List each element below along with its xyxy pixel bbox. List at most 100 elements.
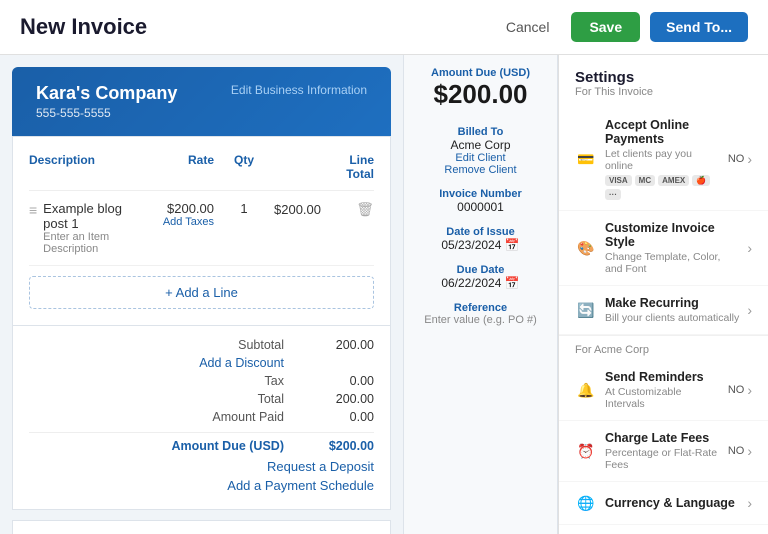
item-rate-val[interactable]: $200.00 bbox=[167, 201, 214, 216]
item-qty[interactable]: 1 bbox=[214, 201, 274, 216]
settings-item-late-fees[interactable]: ⏰ Charge Late Fees Percentage or Flat-Ra… bbox=[559, 421, 768, 482]
chevron-right-icon: › bbox=[747, 443, 752, 459]
settings-item-recurring[interactable]: 🔄 Make Recurring Bill your clients autom… bbox=[559, 286, 768, 335]
chevron-right-icon: › bbox=[747, 495, 752, 511]
total-row: Total 200.00 bbox=[29, 390, 374, 408]
subtotal-row: Subtotal 200.00 bbox=[29, 336, 374, 354]
table-header: Description Rate Qty LineTotal bbox=[29, 153, 374, 191]
company-phone: 555-555-5555 bbox=[36, 106, 177, 120]
amount-due-row: Amount Due (USD) $200.00 bbox=[29, 432, 374, 455]
left-panel: Kara's Company 555-555-5555 Edit Busines… bbox=[0, 55, 403, 534]
late-fees-badge: NO › bbox=[728, 443, 752, 459]
reminders-sub: At Customizable Intervals bbox=[605, 386, 720, 410]
settings-item-reminders[interactable]: 🔔 Send Reminders At Customizable Interva… bbox=[559, 360, 768, 421]
invoice-summary-panel: Amount Due (USD) $200.00 Billed To Acme … bbox=[403, 55, 558, 534]
reference-placeholder[interactable]: Enter value (e.g. PO #) bbox=[414, 314, 547, 326]
other-pay-icon: ··· bbox=[605, 189, 621, 200]
settings-item-customize[interactable]: 🎨 Customize Invoice Style Change Templat… bbox=[559, 211, 768, 286]
recurring-sub: Bill your clients automatically bbox=[605, 312, 739, 324]
subtotal-label: Subtotal bbox=[238, 338, 284, 352]
th-line-total: LineTotal bbox=[274, 153, 374, 182]
invoice-number-val[interactable]: 0000001 bbox=[414, 200, 547, 214]
tax-val: 0.00 bbox=[314, 374, 374, 388]
settings-item-content-payments: Accept Online Payments Let clients pay y… bbox=[605, 118, 720, 200]
item-description: ≡ Example blog post 1 Enter an Item Desc… bbox=[29, 201, 124, 255]
mc-icon: MC bbox=[635, 175, 655, 186]
cancel-button[interactable]: Cancel bbox=[494, 13, 562, 41]
th-description: Description bbox=[29, 153, 124, 182]
send-button[interactable]: Send To... bbox=[650, 12, 748, 42]
settings-item-content-currency: Currency & Language bbox=[605, 496, 739, 510]
header-actions: Cancel Save Send To... bbox=[494, 12, 748, 42]
header: New Invoice Cancel Save Send To... bbox=[0, 0, 768, 55]
apple-pay-icon: 🍎 bbox=[692, 175, 710, 186]
summary-amount-due-val: $200.00 bbox=[414, 79, 547, 110]
amount-paid-val: 0.00 bbox=[314, 410, 374, 424]
settings-subtitle: For This Invoice bbox=[559, 86, 768, 98]
online-payments-badge: NO › bbox=[728, 151, 752, 167]
reminders-badge: NO › bbox=[728, 382, 752, 398]
item-sub[interactable]: Enter an Item Description bbox=[43, 231, 124, 255]
item-total: $200.00 🗑 bbox=[274, 201, 374, 218]
settings-item-online-payments[interactable]: 💳 Accept Online Payments Let clients pay… bbox=[559, 108, 768, 211]
payment-icons: VISA MC AMEX 🍎 ··· bbox=[605, 175, 720, 200]
subtotal-val: 200.00 bbox=[314, 338, 374, 352]
recurring-title: Make Recurring bbox=[605, 296, 739, 310]
settings-item-content-late-fees: Charge Late Fees Percentage or Flat-Rate… bbox=[605, 431, 720, 471]
chevron-right-icon: › bbox=[747, 302, 752, 318]
for-acme-label: For Acme Corp bbox=[559, 335, 768, 360]
invoice-number-label: Invoice Number bbox=[414, 188, 547, 200]
accept-payments-title: Accept Online Payments bbox=[605, 118, 720, 146]
reference-block: Reference Enter value (e.g. PO #) bbox=[414, 302, 547, 326]
discount-row: Add a Discount bbox=[29, 354, 374, 372]
tax-label: Tax bbox=[265, 374, 284, 388]
delete-item-icon[interactable]: 🗑 bbox=[356, 201, 374, 218]
visa-icon: VISA bbox=[605, 175, 632, 186]
edit-business-link[interactable]: Edit Business Information bbox=[231, 83, 367, 97]
tax-row: Tax 0.00 bbox=[29, 372, 374, 390]
amount-paid-label: Amount Paid bbox=[212, 410, 284, 424]
th-qty: Qty bbox=[214, 153, 274, 182]
chevron-right-icon: › bbox=[747, 240, 752, 256]
recurring-icon: 🔄 bbox=[575, 299, 597, 321]
payment-links: Request a Deposit Add a Payment Schedule bbox=[29, 455, 374, 499]
chevron-right-icon: › bbox=[747, 151, 752, 167]
add-taxes-link[interactable]: Add Taxes bbox=[124, 216, 214, 228]
customize-sub: Change Template, Color, and Font bbox=[605, 251, 739, 275]
amex-icon: AMEX bbox=[658, 175, 689, 186]
reminders-title: Send Reminders bbox=[605, 370, 720, 384]
globe-icon: 🌐 bbox=[575, 492, 597, 514]
summary-amount-due: Amount Due (USD) $200.00 bbox=[414, 67, 547, 110]
edit-client-link[interactable]: Edit Client bbox=[414, 152, 547, 164]
add-discount-link[interactable]: Add a Discount bbox=[199, 356, 284, 370]
settings-item-content-customize: Customize Invoice Style Change Template,… bbox=[605, 221, 739, 275]
customize-title: Customize Invoice Style bbox=[605, 221, 739, 249]
total-val: 200.00 bbox=[314, 392, 374, 406]
page-title: New Invoice bbox=[20, 14, 494, 40]
company-banner: Kara's Company 555-555-5555 Edit Busines… bbox=[12, 67, 391, 136]
drag-icon: ≡ bbox=[29, 202, 37, 218]
accept-payments-sub: Let clients pay you online bbox=[605, 148, 720, 172]
item-name[interactable]: Example blog post 1 bbox=[43, 201, 124, 231]
settings-item-content-recurring: Make Recurring Bill your clients automat… bbox=[605, 296, 739, 324]
add-line-button[interactable]: + Add a Line bbox=[29, 276, 374, 309]
add-payment-schedule-link[interactable]: Add a Payment Schedule bbox=[227, 478, 374, 493]
item-total-val: $200.00 bbox=[274, 202, 321, 217]
amount-due-val: $200.00 bbox=[314, 439, 374, 453]
settings-panel: Settings For This Invoice 💳 Accept Onlin… bbox=[558, 55, 768, 534]
date-of-issue-block: Date of Issue 05/23/2024 📅 bbox=[414, 226, 547, 252]
remove-client-link[interactable]: Remove Client bbox=[414, 164, 547, 176]
request-deposit-link[interactable]: Request a Deposit bbox=[267, 459, 374, 474]
settings-item-currency[interactable]: 🌐 Currency & Language › bbox=[559, 482, 768, 525]
reference-label: Reference bbox=[414, 302, 547, 314]
due-date-block: Due Date 06/22/2024 📅 bbox=[414, 264, 547, 290]
late-fees-sub: Percentage or Flat-Rate Fees bbox=[605, 447, 720, 471]
save-button[interactable]: Save bbox=[571, 12, 640, 42]
invoice-table-area: Description Rate Qty LineTotal ≡ Example… bbox=[12, 136, 391, 326]
date-of-issue-val[interactable]: 05/23/2024 📅 bbox=[414, 238, 547, 252]
due-date-val[interactable]: 06/22/2024 📅 bbox=[414, 276, 547, 290]
bell-icon: 🔔 bbox=[575, 379, 597, 401]
settings-title: Settings bbox=[559, 69, 768, 86]
chevron-right-icon: › bbox=[747, 382, 752, 398]
totals-section: Subtotal 200.00 Add a Discount Tax 0.00 … bbox=[12, 326, 391, 510]
